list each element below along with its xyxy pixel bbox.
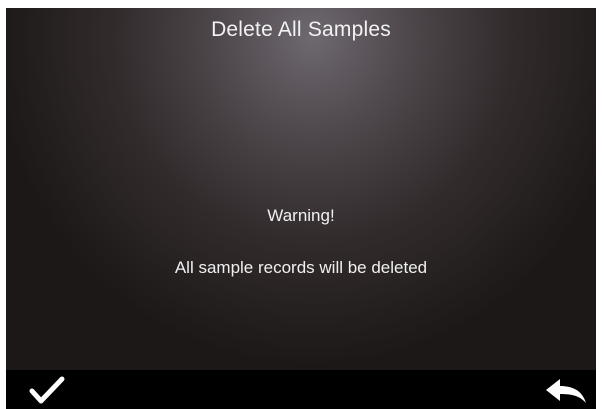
back-arrow-icon [546, 379, 586, 403]
confirm-button[interactable] [28, 375, 68, 405]
bottom-toolbar [6, 370, 596, 409]
check-icon [29, 376, 65, 404]
warning-heading: Warning! [267, 206, 335, 225]
device-display: Delete All Samples Warning! All sample r… [6, 8, 596, 409]
page-title: Delete All Samples [211, 18, 391, 41]
warning-message: All sample records will be deleted [174, 258, 428, 277]
dialog-screen: Delete All Samples Warning! All sample r… [6, 8, 596, 370]
back-button[interactable] [544, 376, 588, 406]
